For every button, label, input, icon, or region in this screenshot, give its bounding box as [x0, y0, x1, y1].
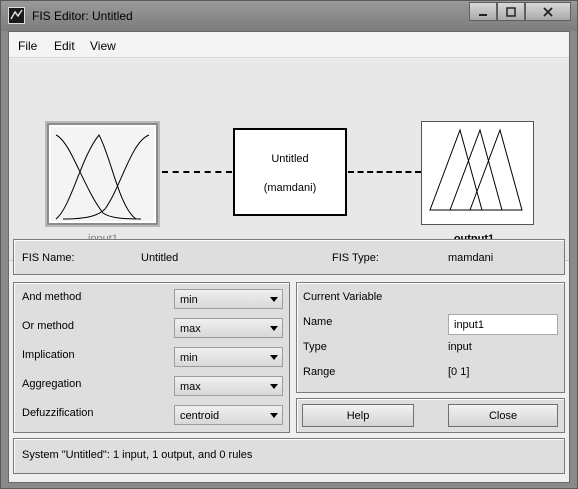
aggregation-select[interactable]: max — [174, 376, 283, 396]
close-button[interactable]: Close — [448, 404, 558, 427]
maximize-icon — [506, 6, 516, 17]
implication-label: Implication — [22, 349, 75, 361]
rule-system-block[interactable]: Untitled (mamdani) — [233, 128, 347, 216]
status-text: System "Untitled": 1 input, 1 output, an… — [22, 449, 253, 461]
fis-diagram: input1 Untitled (mamdani) output1 — [9, 59, 569, 261]
current-variable-header: Current Variable — [303, 291, 383, 303]
input-connector-line — [162, 171, 232, 173]
chevron-down-icon — [266, 407, 281, 423]
variable-range-label: Range — [303, 366, 336, 378]
and-method-select[interactable]: min — [174, 289, 283, 309]
input-variable-block[interactable] — [45, 121, 160, 227]
fis-info-panel: FIS Name: Untitled FIS Type: mamdani — [13, 239, 565, 275]
close-icon — [543, 6, 553, 17]
and-method-value: min — [180, 294, 198, 306]
variable-type-label: Type — [303, 341, 327, 353]
fis-block-name: Untitled — [271, 153, 309, 165]
or-method-value: max — [180, 323, 201, 335]
and-method-label: And method — [22, 291, 82, 303]
title-bar[interactable]: FIS Editor: Untitled — [1, 1, 577, 31]
menu-edit[interactable]: Edit — [54, 39, 75, 53]
variable-name-input[interactable] — [449, 315, 557, 334]
window-controls — [469, 2, 571, 22]
aggregation-value: max — [180, 381, 201, 393]
fis-type-label: FIS Type: — [332, 252, 379, 264]
current-variable-panel: Current Variable Name Type input Range [… — [296, 282, 565, 393]
variable-type-value: input — [448, 341, 472, 353]
buttons-panel: Help Close — [296, 398, 565, 433]
fis-editor-window: FIS Editor: Untitled File Edit View Unti… — [0, 0, 578, 489]
close-window-button[interactable] — [525, 2, 571, 21]
chevron-down-icon — [266, 378, 281, 394]
output-membership-plot — [429, 128, 523, 211]
or-method-select[interactable]: max — [174, 318, 283, 338]
help-button[interactable]: Help — [302, 404, 414, 427]
chevron-down-icon — [266, 320, 281, 336]
output-variable-block[interactable] — [421, 121, 534, 225]
fis-block-type: (mamdani) — [263, 182, 317, 194]
chevron-down-icon — [266, 291, 281, 307]
defuzzification-select[interactable]: centroid — [174, 405, 283, 425]
window-title: FIS Editor: Untitled — [32, 9, 133, 23]
fis-type-value: mamdani — [448, 252, 494, 264]
implication-value: min — [180, 352, 198, 364]
status-panel: System "Untitled": 1 input, 1 output, an… — [13, 438, 565, 474]
methods-panel: And method min Or method max Implication… — [13, 282, 290, 433]
minimize-button[interactable] — [469, 2, 497, 21]
maximize-button[interactable] — [497, 2, 525, 21]
fis-name-label: FIS Name: — [22, 252, 75, 264]
defuzzification-label: Defuzzification — [22, 407, 94, 419]
menu-bar: File Edit View — [9, 32, 569, 58]
menu-file[interactable]: File — [18, 39, 37, 53]
output-connector-line — [348, 171, 421, 173]
minimize-icon — [479, 13, 487, 16]
fis-name-value: Untitled — [141, 252, 179, 264]
menu-view[interactable]: View — [90, 39, 116, 53]
defuzzification-value: centroid — [180, 410, 220, 422]
input-membership-plot — [51, 127, 154, 221]
client-area: File Edit View input1 Untitled (mamdani) — [8, 31, 570, 483]
variable-name-field[interactable] — [448, 314, 558, 335]
variable-range-value: [0 1] — [448, 366, 470, 378]
chevron-down-icon — [266, 349, 281, 365]
implication-select[interactable]: min — [174, 347, 283, 367]
aggregation-label: Aggregation — [22, 378, 82, 390]
variable-name-label: Name — [303, 316, 333, 328]
or-method-label: Or method — [22, 320, 74, 332]
matlab-app-icon[interactable] — [8, 7, 25, 24]
